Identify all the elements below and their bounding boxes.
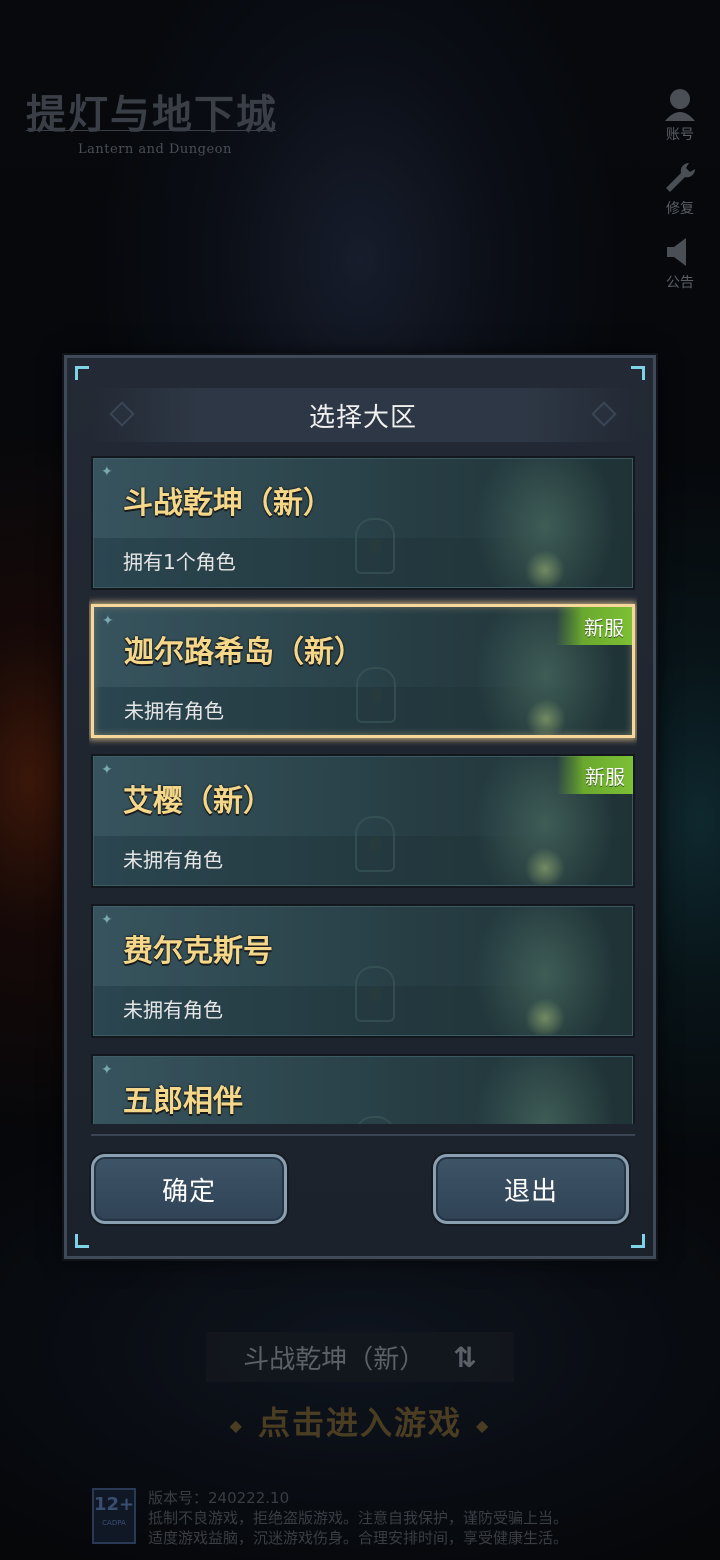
enter-game-button[interactable]: ◆ 点击进入游戏 ◆ — [0, 1398, 720, 1444]
server-item[interactable]: ✦ 五郎相伴 — [91, 1054, 635, 1124]
lantern-icon — [355, 966, 395, 1022]
account-icon — [658, 84, 702, 124]
server-list[interactable]: ✦ 斗战乾坤（新） 拥有1个角色 ✦ 迦尔路希岛（新） 未拥有角色 新服 ✦ 艾… — [89, 454, 637, 1124]
divider — [91, 1134, 635, 1136]
speaker-icon — [658, 232, 702, 272]
server-name: 五郎相伴 — [123, 1084, 243, 1119]
notice-button[interactable]: 公告 — [658, 232, 702, 292]
star-icon: ✦ — [101, 762, 113, 778]
health-notice-line: 适度游戏益脑，沉迷游戏伤身。合理安排时间，享受健康生活。 — [148, 1529, 569, 1547]
star-icon: ✦ — [102, 613, 114, 629]
repair-label: 修复 — [666, 201, 694, 217]
health-notice-line: 抵制不良游戏，拒绝盗版游戏。注意自我保护，谨防受骗上当。 — [148, 1509, 569, 1527]
dialog-header: 选择大区 — [91, 388, 635, 442]
star-icon: ✦ — [101, 1062, 113, 1078]
server-select-dialog: 选择大区 ✦ 斗战乾坤（新） 拥有1个角色 ✦ 迦尔路希岛（新） 未拥有角色 新… — [64, 355, 656, 1259]
server-status: 未拥有角色 — [123, 998, 223, 1022]
lantern-icon — [355, 518, 395, 574]
account-button[interactable]: 账号 — [658, 84, 702, 144]
server-status: 未拥有角色 — [124, 699, 224, 723]
diamond-icon: ◆ — [229, 1415, 244, 1435]
diamond-icon: ◆ — [476, 1415, 491, 1435]
new-server-badge: 新服 — [557, 756, 633, 794]
current-server-name: 斗战乾坤（新） — [243, 1344, 426, 1375]
server-status: 未拥有角色 — [123, 848, 223, 872]
lantern-icon — [355, 816, 395, 872]
game-logo: 提灯与地下城 Lantern and Dungeon — [26, 82, 286, 157]
server-name: 费尔克斯号 — [123, 934, 273, 969]
logo-title: 提灯与地下城 — [26, 91, 278, 138]
diamond-ornament-icon — [591, 401, 617, 427]
version-text: 版本号：240222.10 — [148, 1489, 290, 1507]
swap-arrows-icon: ⇅ — [453, 1340, 477, 1374]
server-name: 艾樱（新） — [123, 784, 273, 819]
lantern-icon — [356, 667, 396, 723]
star-icon: ✦ — [101, 912, 113, 928]
wrench-icon — [658, 158, 702, 198]
server-item[interactable]: ✦ 艾樱（新） 未拥有角色 新服 — [91, 754, 635, 888]
new-server-badge: 新服 — [556, 607, 632, 645]
exit-button[interactable]: 退出 — [433, 1154, 629, 1224]
diamond-ornament-icon — [109, 401, 135, 427]
server-item[interactable]: ✦ 斗战乾坤（新） 拥有1个角色 — [91, 456, 635, 590]
star-icon: ✦ — [101, 464, 113, 480]
server-item[interactable]: ✦ 费尔克斯号 未拥有角色 — [91, 904, 635, 1038]
current-server-selector[interactable]: 斗战乾坤（新） ⇅ — [206, 1332, 514, 1382]
server-name: 斗战乾坤（新） — [123, 486, 333, 521]
repair-button[interactable]: 修复 — [658, 158, 702, 218]
dialog-title: 选择大区 — [308, 402, 417, 433]
server-name: 迦尔路希岛（新） — [124, 635, 364, 670]
server-status: 拥有1个角色 — [123, 550, 236, 574]
enter-game-label: 点击进入游戏 — [257, 1404, 462, 1442]
account-label: 账号 — [666, 127, 694, 143]
server-item-selected[interactable]: ✦ 迦尔路希岛（新） 未拥有角色 新服 — [91, 604, 635, 738]
notice-label: 公告 — [666, 275, 694, 291]
logo-subtitle: Lantern and Dungeon — [78, 142, 232, 157]
age-rating-badge: 12+ CADPA — [92, 1488, 136, 1544]
confirm-button[interactable]: 确定 — [91, 1154, 287, 1224]
